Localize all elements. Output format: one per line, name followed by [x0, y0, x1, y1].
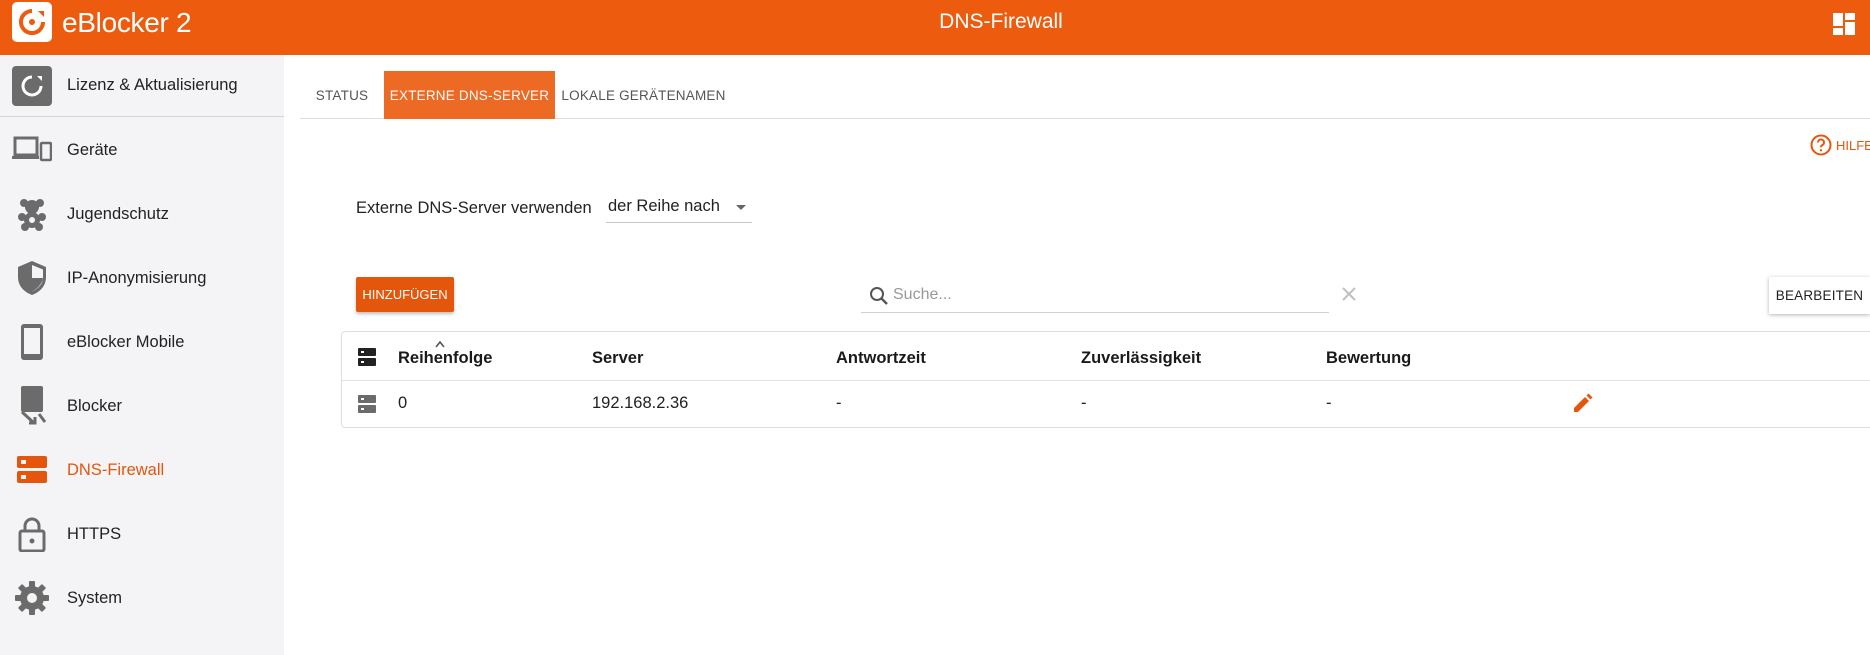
- sidebar-item-dns-firewall[interactable]: DNS-Firewall: [0, 439, 284, 501]
- column-header-reliability[interactable]: Zuverlässigkeit: [1081, 349, 1201, 368]
- blocker-icon: [12, 386, 52, 426]
- column-header-response-time[interactable]: Antwortzeit: [836, 349, 926, 368]
- tab-status[interactable]: STATUS: [300, 71, 384, 119]
- dns-mode-label: Externe DNS-Server verwenden: [356, 199, 592, 217]
- sidebar: Lizenz & Aktualisierung Geräte Jugendsch…: [0, 55, 284, 655]
- cell-rating: -: [1326, 394, 1332, 412]
- cell-server: 192.168.2.36: [592, 394, 689, 412]
- dns-mode-select[interactable]: der Reihe nach: [606, 191, 752, 223]
- search-input[interactable]: [893, 281, 1313, 309]
- tab-bar: STATUS EXTERNE DNS-SERVER LOKALE GERÄTEN…: [300, 71, 1870, 119]
- sidebar-item-label: eBlocker Mobile: [67, 332, 185, 351]
- help-circle-icon: [1810, 134, 1832, 156]
- sidebar-item-eblocker-mobile[interactable]: eBlocker Mobile: [0, 311, 284, 373]
- tab-local-device-names[interactable]: LOKALE GERÄTENAMEN: [555, 71, 732, 119]
- help-label: HILFE: [1836, 137, 1870, 153]
- sidebar-item-https[interactable]: HTTPS: [0, 503, 284, 565]
- sidebar-item-label: IP-Anonymisierung: [67, 268, 207, 287]
- cell-reliability: -: [1081, 394, 1087, 412]
- page-title: DNS-Firewall: [939, 10, 1063, 33]
- column-header-rating[interactable]: Bewertung: [1326, 349, 1411, 368]
- sidebar-item-label: Blocker: [67, 396, 123, 415]
- cell-response-time: -: [836, 394, 842, 412]
- sidebar-item-label: Lizenz & Aktualisierung: [67, 76, 238, 94]
- sidebar-item-license[interactable]: Lizenz & Aktualisierung: [0, 55, 284, 117]
- main-content: STATUS EXTERNE DNS-SERVER LOKALE GERÄTEN…: [284, 55, 1870, 655]
- sidebar-item-label: Jugendschutz: [67, 204, 169, 223]
- table-row[interactable]: 0 192.168.2.36 - - -: [342, 381, 1870, 428]
- edit-pencil-icon[interactable]: [1570, 392, 1594, 416]
- devices-icon: [12, 130, 52, 170]
- sidebar-item-label: DNS-Firewall: [67, 460, 165, 479]
- cell-order: 0: [398, 394, 408, 412]
- sidebar-item-system[interactable]: System: [0, 567, 284, 629]
- top-app-bar: eBlocker 2 DNS-Firewall: [0, 0, 1870, 55]
- tab-external-dns-servers[interactable]: EXTERNE DNS-SERVER: [384, 71, 555, 119]
- phone-icon: [12, 322, 52, 362]
- dns-mode-value: der Reihe nach: [608, 197, 720, 215]
- edit-button[interactable]: BEARBEITEN: [1769, 277, 1870, 314]
- sidebar-item-devices[interactable]: Geräte: [0, 119, 284, 181]
- sidebar-item-blocker[interactable]: Blocker: [0, 375, 284, 437]
- gear-icon: [12, 578, 52, 618]
- sidebar-item-parental-control[interactable]: Jugendschutz: [0, 183, 284, 245]
- sidebar-item-label: System: [67, 588, 123, 607]
- shield-icon: [12, 258, 52, 298]
- search-field: [861, 277, 1329, 313]
- search-icon: [870, 287, 888, 305]
- refresh-icon: [12, 65, 52, 106]
- dashboard-icon[interactable]: [1832, 12, 1856, 36]
- table-header: Reihenfolge Server Antwortzeit Zuverläss…: [342, 332, 1870, 381]
- add-button[interactable]: HINZUFÜGEN: [356, 277, 454, 312]
- lock-icon: [12, 514, 52, 554]
- chevron-down-icon: [736, 205, 746, 210]
- column-header-server[interactable]: Server: [592, 349, 643, 368]
- column-header-order[interactable]: Reihenfolge: [398, 349, 492, 368]
- sort-ascending-icon[interactable]: [434, 340, 446, 348]
- close-icon[interactable]: [1337, 282, 1361, 306]
- sidebar-item-label: HTTPS: [67, 524, 122, 543]
- select-all-server-icon[interactable]: [358, 348, 376, 366]
- server-icon[interactable]: [358, 395, 376, 413]
- dns-server-table: Reihenfolge Server Antwortzeit Zuverläss…: [341, 331, 1870, 428]
- help-link[interactable]: HILFE: [1810, 133, 1870, 157]
- sidebar-item-label: Geräte: [67, 140, 118, 159]
- teddy-bear-icon: [12, 194, 52, 234]
- sidebar-item-ip-anonymization[interactable]: IP-Anonymisierung: [0, 247, 284, 309]
- dns-server-icon: [12, 450, 52, 490]
